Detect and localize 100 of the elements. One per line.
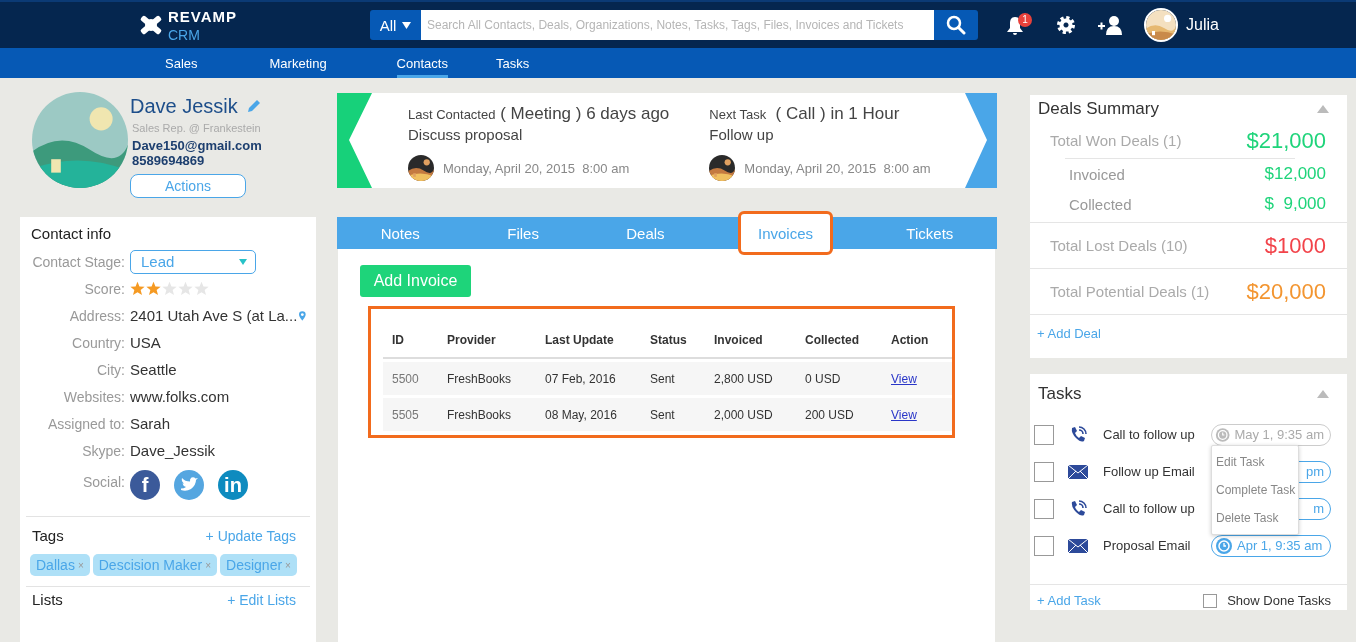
field-value: Dave_Jessik — [130, 442, 216, 459]
tag-chip[interactable]: Dallas × — [30, 554, 90, 576]
pencil-icon[interactable] — [245, 98, 262, 114]
deal-amount: $1000 — [1264, 232, 1326, 259]
field-label: Address: — [68, 307, 125, 324]
star-icon — [146, 281, 161, 296]
table-cell-text: 0 USD — [805, 371, 842, 386]
task-title[interactable]: Follow up Email — [1103, 464, 1211, 479]
checkbox[interactable] — [1034, 498, 1054, 519]
actions-button[interactable]: Actions — [130, 174, 246, 198]
nav-tab[interactable]: Contacts — [396, 48, 448, 78]
column-header: Action — [891, 333, 930, 347]
settings-icon[interactable] — [1056, 15, 1076, 35]
table-cell-text: 5500 — [392, 371, 420, 386]
column-header: ID — [392, 333, 405, 347]
field-value: Sarah — [130, 415, 171, 432]
tab[interactable]: Files — [495, 217, 551, 249]
activity-headline: Last Contacted ( Meeting ) 6 days ago — [408, 104, 670, 124]
table-cell-text: Sent — [650, 371, 676, 386]
phone-icon — [1069, 425, 1087, 444]
nav-tab[interactable]: Sales — [165, 48, 198, 78]
tag-chip[interactable]: Designer × — [220, 554, 297, 576]
notification-button[interactable]: 1 — [1006, 13, 1040, 37]
activity-date: Monday, April 20, 2015 8:00 am — [443, 160, 630, 176]
section-title: Lists — [32, 591, 63, 608]
star-icon — [194, 281, 209, 296]
facebook-button[interactable]: f — [130, 470, 160, 500]
star-rating[interactable] — [130, 281, 209, 296]
nav-tab[interactable]: Tasks — [495, 48, 530, 78]
add-invoice-button[interactable]: Add Invoice — [360, 265, 471, 297]
remove-tag-button[interactable]: × — [77, 559, 84, 571]
contact-stage-dropdown[interactable]: Lead — [130, 249, 256, 274]
menu-item[interactable]: Complete Task — [1212, 476, 1298, 504]
contact-email[interactable]: Dave150@gmail.com — [132, 138, 262, 153]
field-label: Social: — [81, 474, 125, 490]
panel-title: Tasks — [1038, 384, 1082, 404]
checkbox[interactable] — [1034, 424, 1054, 445]
panel-title: Deals Summary — [1038, 99, 1159, 119]
tag-chip[interactable]: Descision Maker × — [92, 554, 218, 576]
add-user-icon[interactable] — [1098, 15, 1124, 35]
menu-item[interactable]: Edit Task — [1212, 448, 1298, 476]
column-header: Invoiced — [714, 333, 764, 347]
task-title[interactable]: Call to follow up — [1103, 501, 1211, 516]
table-cell-text: 2,800 USD — [714, 371, 774, 386]
table-cell-text: 2,000 USD — [714, 407, 774, 422]
deal-label: Total Potential Deals (1) — [1050, 283, 1210, 300]
add-deal-link[interactable]: + Add Deal — [1030, 315, 1347, 352]
column-header: Last Update — [545, 333, 615, 347]
deal-amount: $12,000 — [1264, 164, 1326, 184]
section-title: Contact info — [31, 225, 113, 242]
contact-role: Sales Rep. @ Frankestein — [132, 122, 262, 134]
star-icon — [130, 281, 145, 296]
edit-lists-link[interactable]: + Edit Lists — [227, 591, 296, 608]
twitter-icon[interactable] — [174, 470, 204, 500]
field-label: City: — [96, 361, 125, 378]
checkbox[interactable] — [1034, 535, 1054, 556]
field-value: www.folks.com — [130, 388, 230, 405]
collapse-icon[interactable] — [1317, 105, 1329, 113]
checkbox[interactable] — [1203, 593, 1218, 608]
table-cell-text: 08 May, 2016 — [545, 407, 618, 422]
menu-item[interactable]: Delete Task — [1212, 504, 1298, 532]
add-task-link[interactable]: + Add Task — [1037, 593, 1101, 608]
table-cell-text: 5505 — [392, 407, 420, 422]
update-tags-link[interactable]: + Update Tags — [205, 527, 296, 544]
caret-icon — [402, 21, 412, 29]
view-link[interactable]: View — [891, 371, 917, 386]
star-icon — [162, 281, 177, 296]
view-link[interactable]: View — [891, 407, 917, 422]
deal-label: Invoiced — [1068, 165, 1125, 183]
tab[interactable]: Notes — [368, 217, 432, 249]
section-title: Tags — [32, 527, 64, 544]
checkbox[interactable] — [1034, 461, 1054, 482]
field-label: Assigned to: — [46, 415, 125, 432]
search-button[interactable] — [934, 10, 978, 40]
nav-tab[interactable]: Marketing — [269, 48, 327, 78]
remove-tag-button[interactable]: × — [205, 559, 212, 571]
bell-icon — [1006, 16, 1024, 36]
mail-icon — [1068, 464, 1088, 479]
search-scope-dropdown[interactable]: All — [370, 10, 421, 40]
tab[interactable]: Tickets — [894, 217, 966, 249]
user-name[interactable]: Julia — [1186, 16, 1219, 34]
field-label: Score: — [83, 280, 125, 297]
contact-phone: 8589694869 — [132, 153, 206, 168]
search-field[interactable]: Search All Contacts, Deals, Organizations, Notes, Tasks, Tags, Files, Invoices and Tickets — [421, 10, 934, 40]
mail-icon — [1068, 538, 1088, 553]
task-title[interactable]: Proposal Email — [1103, 538, 1211, 553]
table-cell-text: FreshBooks — [447, 371, 513, 386]
tab[interactable]: Deals — [614, 217, 677, 249]
field-label: Contact Stage: — [31, 253, 125, 270]
table-cell-text: 07 Feb, 2016 — [545, 371, 617, 386]
linkedin-button[interactable]: in — [218, 470, 248, 500]
field-label: Websites: — [62, 388, 125, 405]
collapse-icon[interactable] — [1317, 390, 1329, 398]
tab[interactable]: Invoices — [739, 213, 831, 253]
remove-tag-button[interactable]: × — [285, 559, 291, 571]
field-label: Skype: — [81, 442, 125, 459]
checkbox-label: Show Done Tasks — [1227, 593, 1331, 608]
deal-label: Total Lost Deals (10) — [1050, 237, 1188, 254]
task-title[interactable]: Call to follow up — [1103, 427, 1211, 442]
table-cell-text: Sent — [650, 407, 676, 422]
